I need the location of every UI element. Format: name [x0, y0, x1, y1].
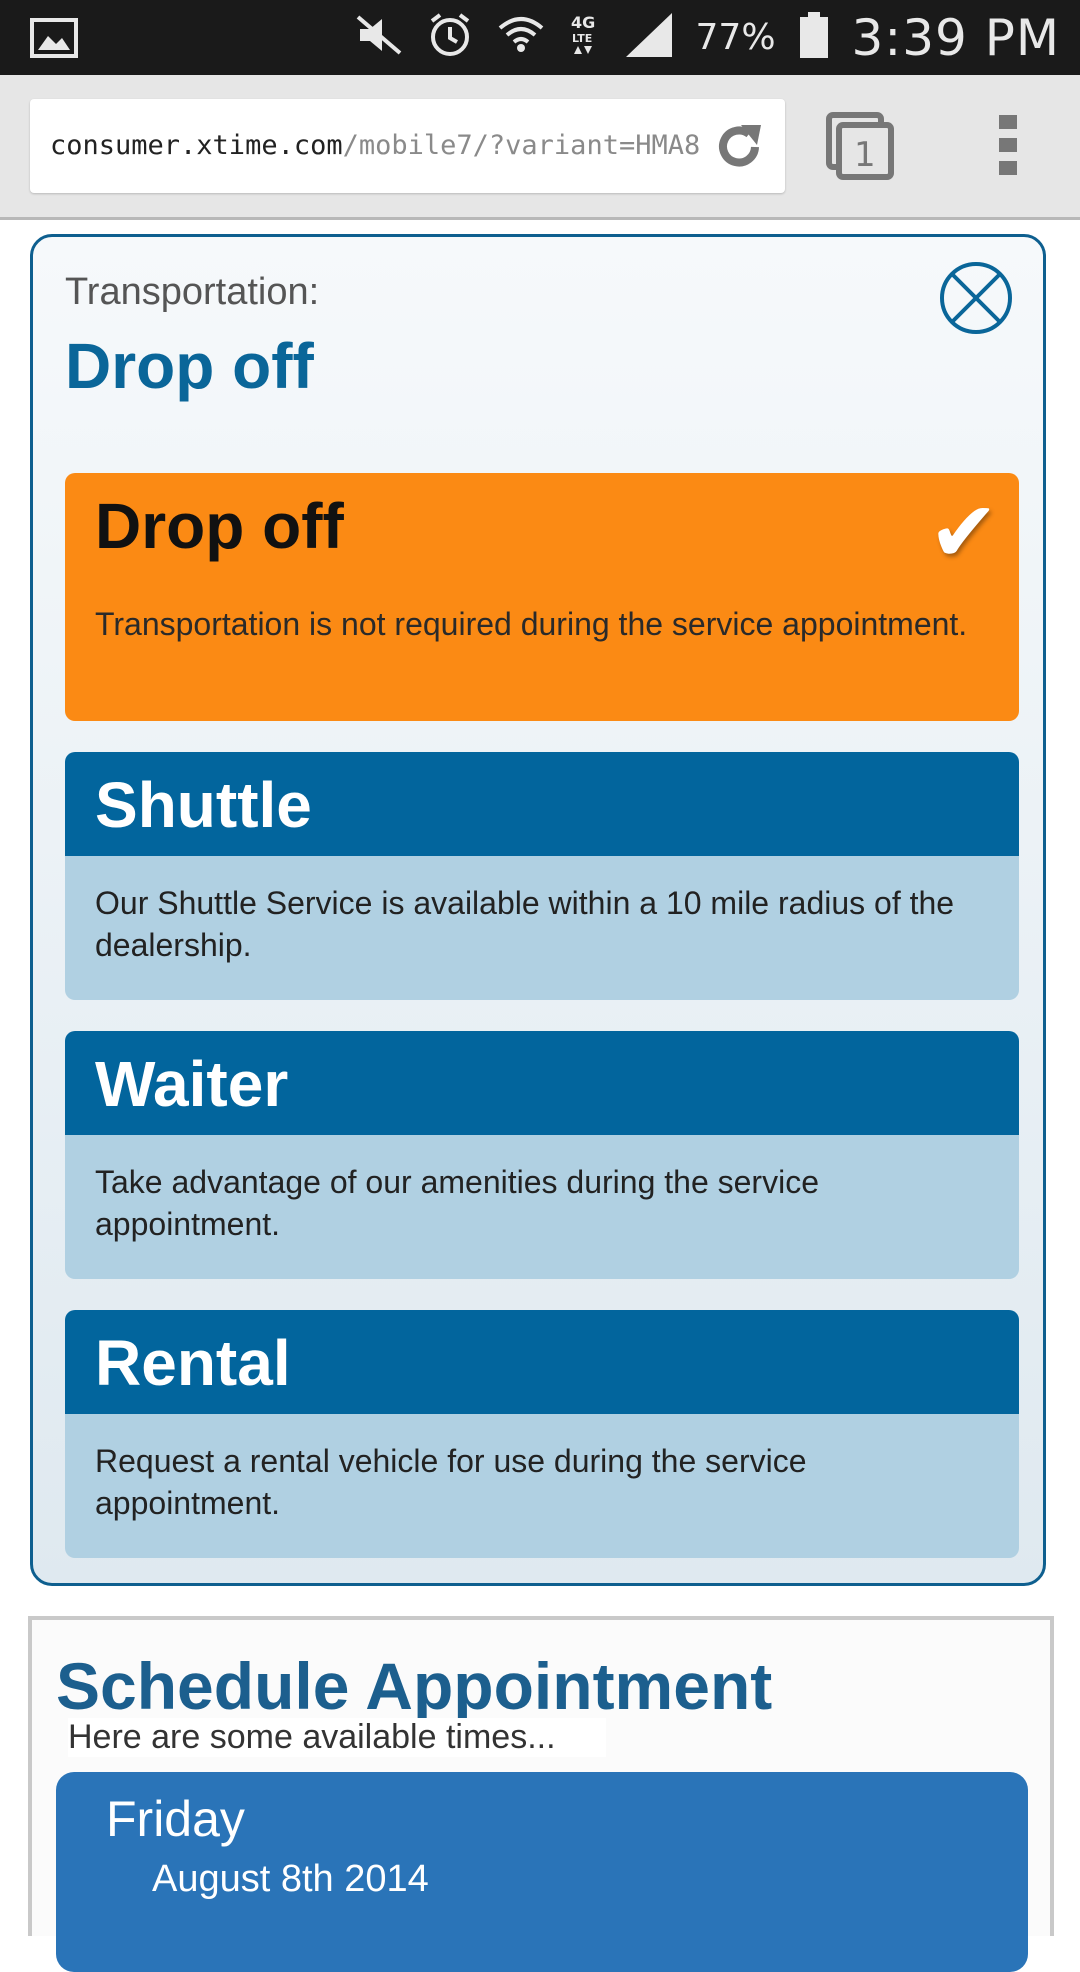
lte-icon: 4G LTE: [568, 10, 602, 65]
url-path: /mobile7/?variant=HMA8: [342, 130, 700, 161]
option-drop-off[interactable]: Drop off ✔ Transportation is not require…: [65, 473, 1019, 721]
option-waiter[interactable]: Waiter Take advantage of our amenities d…: [65, 1031, 1019, 1279]
svg-text:4G: 4G: [571, 13, 595, 32]
option-description: Transportation is not required during th…: [95, 606, 968, 642]
day-name: Friday: [106, 1791, 245, 1847]
modal-title: Drop off: [65, 330, 314, 402]
option-header: Rental: [65, 1310, 1019, 1414]
url-host: consumer.xtime.com: [50, 130, 343, 161]
option-header: Drop off: [65, 473, 1019, 577]
reload-icon[interactable]: [711, 119, 767, 180]
signal-icon: [624, 11, 674, 64]
url-text[interactable]: consumer.xtime.com/mobile7/?variant=HMA8: [50, 99, 700, 193]
option-shuttle[interactable]: Shuttle Our Shuttle Service is available…: [65, 752, 1019, 1000]
option-name: Rental: [95, 1327, 291, 1399]
modal-label: Transportation:: [65, 271, 320, 313]
alarm-icon: [426, 11, 474, 64]
mute-icon: [354, 13, 404, 62]
svg-text:LTE: LTE: [572, 32, 592, 45]
image-icon: [30, 18, 78, 63]
day-date: August 8th 2014: [152, 1858, 429, 1900]
tab-count: 1: [854, 135, 876, 175]
clock: 3:39 PM: [851, 8, 1060, 67]
address-bar[interactable]: consumer.xtime.com/mobile7/?variant=HMA8: [30, 99, 785, 193]
schedule-section: Schedule Appointment Here are some avail…: [28, 1616, 1054, 1972]
battery-icon: [798, 10, 830, 65]
option-description: Our Shuttle Service is available within …: [95, 885, 955, 963]
wifi-icon: [496, 12, 546, 63]
schedule-title: Schedule Appointment: [56, 1649, 773, 1723]
close-icon[interactable]: [939, 261, 1013, 335]
transportation-modal: Transportation: Drop off Drop off ✔ Tran…: [30, 234, 1046, 1586]
option-description: Take advantage of our amenities during t…: [95, 1164, 819, 1242]
checkmark-icon: ✔: [928, 483, 999, 581]
overflow-menu-icon[interactable]: [990, 113, 1026, 182]
option-rental[interactable]: Rental Request a rental vehicle for use …: [65, 1310, 1019, 1558]
option-name: Drop off: [95, 490, 344, 562]
status-bar: 4G LTE 77% 3:39 PM: [0, 0, 1080, 75]
option-header: Waiter: [65, 1031, 1019, 1135]
option-name: Shuttle: [95, 769, 312, 841]
tabs-button[interactable]: 1: [825, 111, 895, 186]
day-card[interactable]: Friday August 8th 2014: [56, 1772, 1028, 1972]
option-name: Waiter: [95, 1048, 289, 1120]
battery-percent: 77%: [695, 17, 776, 58]
schedule-subtitle: Here are some available times...: [68, 1718, 606, 1757]
option-description: Request a rental vehicle for use during …: [95, 1443, 807, 1521]
option-header: Shuttle: [65, 752, 1019, 856]
browser-toolbar: consumer.xtime.com/mobile7/?variant=HMA8…: [0, 75, 1080, 220]
